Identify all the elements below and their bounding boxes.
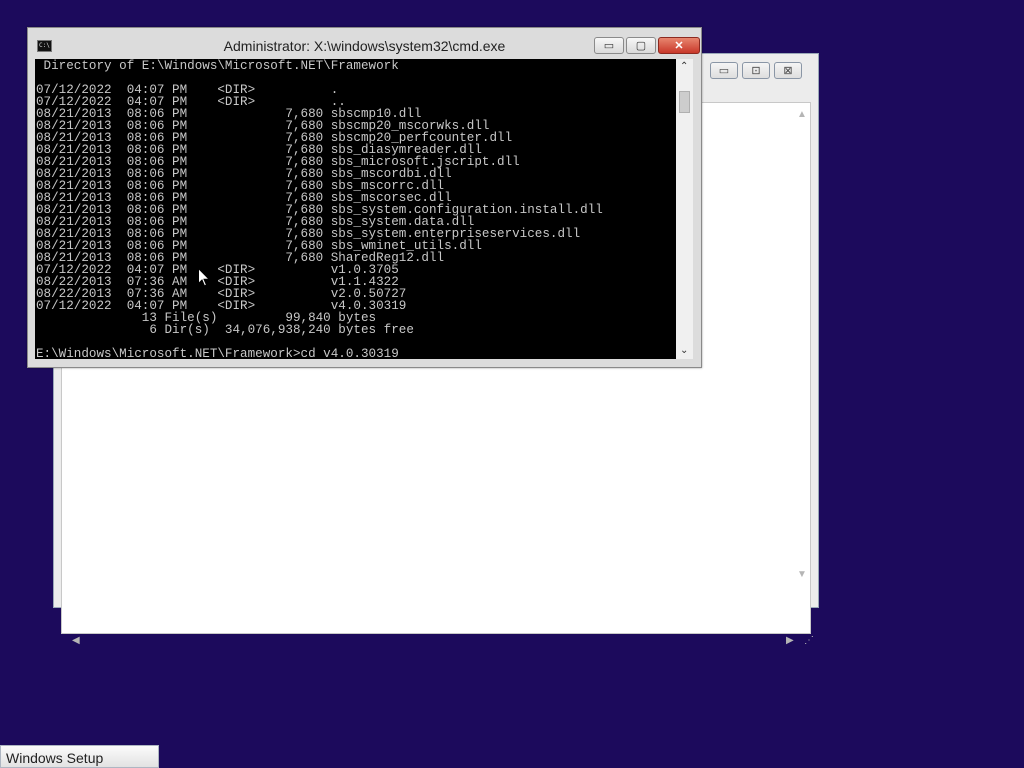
scroll-up-icon[interactable]: ▲	[797, 109, 807, 120]
scrollbar-thumb[interactable]	[679, 91, 690, 113]
bg-vertical-scrollbar[interactable]: ▲ ▼	[794, 107, 808, 635]
cmd-window-controls: ▭ ▢ ✕	[594, 37, 700, 54]
background-window-controls: ▭ ⊡ ⊠	[710, 62, 802, 79]
console-vertical-scrollbar[interactable]: ⌃ ⌄	[676, 59, 693, 359]
console-line: 6 Dir(s) 34,076,938,240 bytes free	[36, 323, 414, 337]
console-line: Directory of E:\Windows\Microsoft.NET\Fr…	[36, 59, 399, 73]
taskbar-windows-setup-button[interactable]: Windows Setup	[0, 745, 159, 768]
scroll-down-icon[interactable]: ▼	[797, 569, 807, 580]
bg-minimize-button[interactable]: ▭	[710, 62, 738, 79]
minimize-button[interactable]: ▭	[594, 37, 624, 54]
bg-maximize-button[interactable]: ⊡	[742, 62, 770, 79]
maximize-button[interactable]: ▢	[626, 37, 656, 54]
console-output[interactable]: Directory of E:\Windows\Microsoft.NET\Fr…	[35, 59, 676, 359]
scroll-left-icon[interactable]: ◀	[72, 635, 80, 646]
bg-horizontal-scrollbar[interactable]: ◀ ▶ ⋰	[70, 633, 814, 649]
resize-grip-icon[interactable]: ⋰	[804, 635, 814, 646]
scroll-down-icon[interactable]: ⌄	[680, 345, 688, 356]
bg-close-button[interactable]: ⊠	[774, 62, 802, 79]
cmd-titlebar[interactable]: C:\ Administrator: X:\windows\system32\c…	[28, 28, 701, 58]
scroll-up-icon[interactable]: ⌃	[680, 61, 688, 72]
close-button[interactable]: ✕	[658, 37, 700, 54]
scroll-right-icon[interactable]: ▶	[786, 635, 794, 646]
console-line: E:\Windows\Microsoft.NET\Framework>cd v4…	[36, 347, 399, 359]
cmd-window: C:\ Administrator: X:\windows\system32\c…	[27, 27, 702, 368]
mouse-pointer-icon	[198, 268, 210, 287]
